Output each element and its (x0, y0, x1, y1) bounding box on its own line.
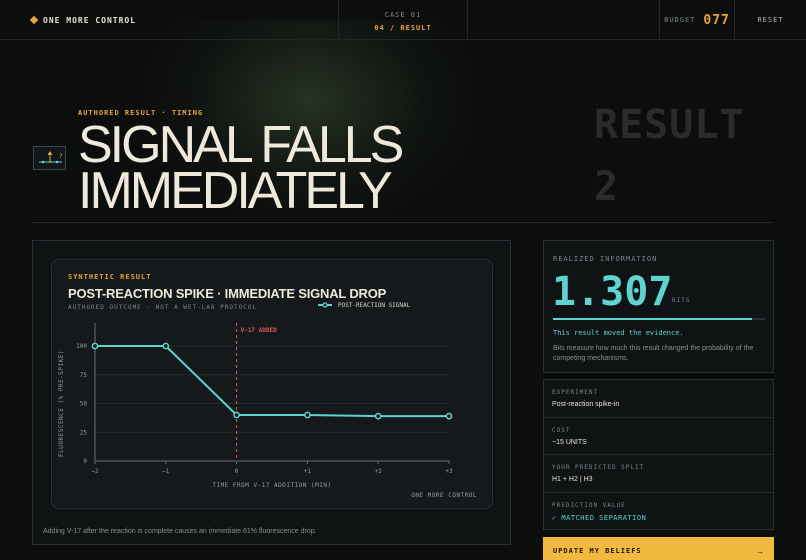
timing-chart-icon: ? (33, 146, 66, 170)
x-tick-label: −1 (162, 468, 170, 475)
legend-label: POST-REACTION SIGNAL (338, 302, 411, 309)
data-point (91, 342, 99, 350)
svg-text:?: ? (59, 153, 63, 160)
hero-title-line-2: IMMEDIATELY (78, 162, 393, 220)
detail-value: Post-reaction spike-in (552, 401, 620, 408)
result-details: EXPERIMENT Post-reaction spike-in COST −… (543, 379, 774, 530)
data-point (304, 411, 311, 419)
case-number: CASE 01 (384, 11, 422, 19)
x-tick-label: −2 (91, 468, 99, 475)
ghost-line-2: 2 (594, 164, 620, 210)
brand[interactable]: ONE MORE CONTROL (29, 14, 137, 26)
arrow-right-icon: → (756, 546, 764, 556)
budget-label: BUDGET (664, 16, 696, 24)
detail-row-cost: COST −15 UNITS (544, 418, 773, 455)
hero-divider (32, 222, 774, 223)
data-point (233, 411, 240, 419)
detail-row-predicted-split: YOUR PREDICTED SPLIT H1 + H2 | H3 (544, 455, 773, 493)
chart-card: SYNTHETIC RESULT POST-REACTION SPIKE · I… (51, 259, 493, 509)
chart-caption: Adding V-17 after the reaction is comple… (43, 528, 317, 535)
annotation-label: V-17 ADDED (241, 327, 278, 334)
y-tick-label: 25 (80, 429, 88, 436)
data-point (162, 342, 170, 350)
top-bar: ONE MORE CONTROL CASE 01 04 / RESULT BUD… (0, 0, 806, 40)
budget-indicator: BUDGET 077 (659, 0, 735, 40)
data-point (445, 412, 453, 420)
detail-value: H1 + H2 | H3 (552, 476, 593, 483)
data-point (374, 412, 382, 420)
y-tick-label: 100 (76, 343, 87, 350)
line-chart: 0 25 50 75 100 −2 −1 0 +1 +2 +3 V-17 ADDED POST-REAC… (58, 302, 477, 499)
y-tick-label: 0 (83, 458, 87, 465)
reset-button[interactable]: RESET (735, 0, 806, 40)
detail-row-experiment: EXPERIMENT Post-reaction spike-in (544, 380, 773, 418)
evidence-moved-text: This result moved the evidence. (553, 329, 684, 337)
x-tick-label: +2 (375, 468, 383, 475)
brand-diamond-icon (29, 15, 39, 25)
hero-title: SIGNAL FALLS IMMEDIATELY (78, 119, 478, 217)
series-line (95, 345, 449, 418)
chart-panel: SYNTHETIC RESULT POST-REACTION SPIKE · I… (32, 240, 511, 545)
realized-information-card: REALIZED INFORMATION 1.307 BITS This res… (543, 240, 774, 373)
update-beliefs-label: UPDATE MY BELIEFS (553, 547, 642, 555)
detail-row-prediction-value: PREDICTION VALUE ✓ MATCHED SEPARATION (544, 493, 773, 531)
brand-name: ONE MORE CONTROL (43, 15, 137, 25)
bits-description: Bits measure how much this result change… (553, 345, 754, 362)
realized-information-unit: BITS (672, 297, 691, 304)
realized-information-label: REALIZED INFORMATION (553, 255, 658, 263)
legend-marker (322, 302, 328, 308)
case-step: 04 / RESULT (374, 24, 432, 32)
information-bar-fill (553, 318, 753, 320)
detail-value: ✓ MATCHED SEPARATION (552, 513, 647, 522)
result-ghost-label: RESULT 2 (594, 94, 745, 218)
detail-label: PREDICTION VALUE (552, 501, 626, 509)
x-tick-label: 0 (235, 468, 239, 475)
y-tick-label: 50 (80, 401, 88, 408)
y-axis-label: FLUORESCENCE (% PRE-SPIKE) (58, 350, 65, 457)
x-axis-label: TIME FROM V-17 ADDITION (MIN) (212, 482, 331, 489)
budget-value: 077 (703, 12, 730, 28)
information-bar (553, 318, 765, 320)
update-beliefs-button[interactable]: UPDATE MY BELIEFS → (543, 537, 774, 560)
chart-watermark: ONE MORE CONTROL (411, 492, 477, 499)
detail-value: −15 UNITS (552, 438, 587, 446)
case-indicator: CASE 01 04 / RESULT (338, 0, 468, 40)
detail-label: EXPERIMENT (552, 389, 599, 396)
detail-label: COST (552, 426, 571, 434)
realized-information-value: 1.307 (552, 269, 673, 315)
x-tick-label: +3 (445, 468, 453, 475)
detail-label: YOUR PREDICTED SPLIT (552, 464, 645, 471)
ghost-line-1: RESULT (594, 102, 745, 148)
y-tick-label: 75 (80, 372, 88, 379)
x-tick-label: +1 (304, 468, 312, 475)
